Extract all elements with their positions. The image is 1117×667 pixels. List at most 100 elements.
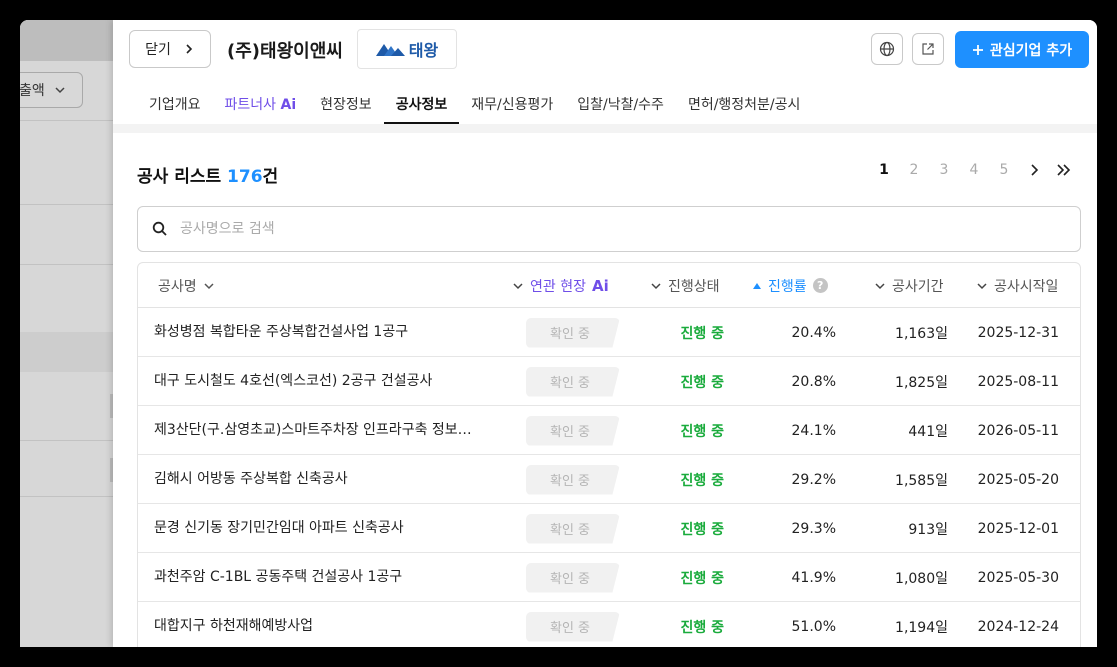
sort-by-period[interactable]: 공사기간 xyxy=(874,263,944,308)
header-label: 공사시작일 xyxy=(994,278,1059,295)
background-band xyxy=(20,332,113,372)
tab-label: 파트너사 xyxy=(224,97,277,113)
tab-label: 입찰/낙찰/수주 xyxy=(577,97,664,113)
tab-licenses[interactable]: 면허/행정처분/공시 xyxy=(676,88,812,124)
search-input[interactable] xyxy=(180,221,1060,237)
period-value: 441일 xyxy=(908,423,948,440)
page-1[interactable]: 1 xyxy=(869,162,899,178)
badge-text: 확인 중 xyxy=(549,425,590,440)
sort-by-progress[interactable]: 진행률 ? xyxy=(752,263,828,308)
related-site-badge[interactable]: 확인 중 xyxy=(526,415,620,446)
background-divider xyxy=(20,496,113,497)
page-4[interactable]: 4 xyxy=(959,162,989,178)
header-label: 진행률 xyxy=(768,278,807,295)
table-row[interactable]: 김해시 어방동 주상복합 신축공사 확인 중 진행 중 29.2% 1,585일… xyxy=(138,455,1080,504)
background-divider xyxy=(20,204,113,205)
construction-name: 과천주암 C-1BL 공동주택 건설공사 1공구 xyxy=(154,569,403,585)
search-box xyxy=(137,206,1081,252)
header-label: 공사기간 xyxy=(892,278,944,295)
header-label: 공사명 xyxy=(158,278,197,295)
pagination: 1 2 3 4 5 xyxy=(869,162,1079,178)
screen: 출액 닫기 (주)태왕이앤씨 태왕 관심기업 추가 기업개요 파트너사 Ai 현… xyxy=(20,20,1097,647)
chevron-down-icon xyxy=(651,282,661,289)
tab-label: 기업개요 xyxy=(149,97,201,113)
related-site-badge[interactable]: 확인 중 xyxy=(526,513,620,544)
company-logo: 태왕 xyxy=(357,29,457,69)
company-name: (주)태왕이앤씨 xyxy=(227,41,343,62)
tab-site-info[interactable]: 현장정보 xyxy=(308,88,384,124)
header-label: 연관 현장 xyxy=(530,278,586,295)
start-date: 2025-08-11 xyxy=(977,373,1059,390)
header-label: 진행상태 xyxy=(668,278,720,295)
add-interest-label: 관심기업 추가 xyxy=(989,42,1073,59)
table-row[interactable]: 대구 도시철도 4호선(엑스코선) 2공구 건설공사 확인 중 진행 중 20.… xyxy=(138,357,1080,406)
background-dropdown-label: 출액 xyxy=(20,83,45,99)
related-site-badge[interactable]: 확인 중 xyxy=(526,317,620,348)
globe-icon xyxy=(879,41,895,57)
company-detail-panel: 닫기 (주)태왕이앤씨 태왕 관심기업 추가 기업개요 파트너사 Ai 현장정보… xyxy=(113,20,1097,647)
chevron-down-icon xyxy=(875,282,885,289)
sort-by-name[interactable]: 공사명 xyxy=(158,263,215,308)
progress-value: 20.4% xyxy=(791,324,836,341)
badge-text: 확인 중 xyxy=(549,376,590,391)
table-row[interactable]: 문경 신기동 장기민간임대 아파트 신축공사 확인 중 진행 중 29.3% 9… xyxy=(138,504,1080,553)
badge-text: 확인 중 xyxy=(549,327,590,342)
background-dropdown[interactable]: 출액 xyxy=(20,72,83,108)
progress-value: 24.1% xyxy=(791,422,836,439)
table-row[interactable]: 대합지구 하천재해예방사업 확인 중 진행 중 51.0% 1,194일 202… xyxy=(138,602,1080,647)
related-site-cell: 확인 중 xyxy=(526,455,620,504)
sort-by-status[interactable]: 진행상태 xyxy=(650,263,720,308)
plus-icon xyxy=(972,44,983,55)
start-date: 2026-05-11 xyxy=(977,422,1059,439)
page-5[interactable]: 5 xyxy=(989,162,1019,178)
tab-construction-info[interactable]: 공사정보 xyxy=(383,88,460,124)
related-site-cell: 확인 중 xyxy=(526,553,620,602)
section-separator xyxy=(113,124,1097,133)
list-title: 공사 리스트 176건 xyxy=(137,162,278,187)
progress-value: 51.0% xyxy=(791,618,836,635)
website-button[interactable] xyxy=(871,33,903,65)
next-page-button[interactable] xyxy=(1019,163,1049,177)
tab-bids[interactable]: 입찰/낙찰/수주 xyxy=(565,88,676,124)
start-date: 2025-12-01 xyxy=(977,520,1059,537)
open-external-button[interactable] xyxy=(912,33,944,65)
external-link-icon xyxy=(922,43,934,55)
logo-mark-icon xyxy=(375,44,405,56)
tab-company-overview[interactable]: 기업개요 xyxy=(137,88,213,124)
tab-bar: 기업개요 파트너사 Ai 현장정보 공사정보 재무/신용평가 입찰/낙찰/수주 … xyxy=(137,88,812,124)
related-site-cell: 확인 중 xyxy=(526,602,620,647)
last-page-button[interactable] xyxy=(1049,163,1079,177)
table-row[interactable]: 제3산단(구.삼영초교)스마트주차장 인프라구축 정보… 확인 중 진행 중 2… xyxy=(138,406,1080,455)
progress-value: 41.9% xyxy=(791,569,836,586)
status-text: 진행 중 xyxy=(680,423,724,440)
table-row[interactable]: 화성병점 복합타운 주상복합건설사업 1공구 확인 중 진행 중 20.4% 1… xyxy=(138,308,1080,357)
related-site-badge[interactable]: 확인 중 xyxy=(526,464,620,495)
tab-partners[interactable]: 파트너사 Ai xyxy=(213,88,309,124)
related-site-cell: 확인 중 xyxy=(526,308,620,357)
add-interest-button[interactable]: 관심기업 추가 xyxy=(955,31,1089,68)
start-date: 2025-05-30 xyxy=(977,569,1059,586)
progress-value: 29.2% xyxy=(791,471,836,488)
construction-name: 대구 도시철도 4호선(엑스코선) 2공구 건설공사 xyxy=(154,373,433,389)
panel-header: 닫기 (주)태왕이앤씨 태왕 관심기업 추가 xyxy=(113,20,1097,80)
ai-badge: Ai xyxy=(591,276,609,295)
related-site-badge[interactable]: 확인 중 xyxy=(526,366,620,397)
chevron-down-icon xyxy=(977,282,987,289)
start-date: 2024-12-24 xyxy=(977,618,1059,635)
related-site-badge[interactable]: 확인 중 xyxy=(526,562,620,593)
related-site-badge[interactable]: 확인 중 xyxy=(526,611,620,642)
status-text: 진행 중 xyxy=(680,325,724,342)
construction-name: 김해시 어방동 주상복합 신축공사 xyxy=(154,471,348,487)
help-icon[interactable]: ? xyxy=(812,278,828,293)
background-divider xyxy=(20,120,113,121)
tab-finance-credit[interactable]: 재무/신용평가 xyxy=(459,88,565,124)
page-3[interactable]: 3 xyxy=(929,162,959,178)
sort-by-start-date[interactable]: 공사시작일 xyxy=(976,263,1058,308)
page-2[interactable]: 2 xyxy=(899,162,929,178)
close-button[interactable]: 닫기 xyxy=(129,30,211,68)
list-count: 176 xyxy=(227,167,263,187)
table-row[interactable]: 과천주암 C-1BL 공동주택 건설공사 1공구 확인 중 진행 중 41.9%… xyxy=(138,553,1080,602)
tab-label: 면허/행정처분/공시 xyxy=(687,97,801,113)
chevron-right-icon xyxy=(186,44,193,54)
sort-by-related-site[interactable]: 연관 현장 Ai xyxy=(512,263,609,308)
